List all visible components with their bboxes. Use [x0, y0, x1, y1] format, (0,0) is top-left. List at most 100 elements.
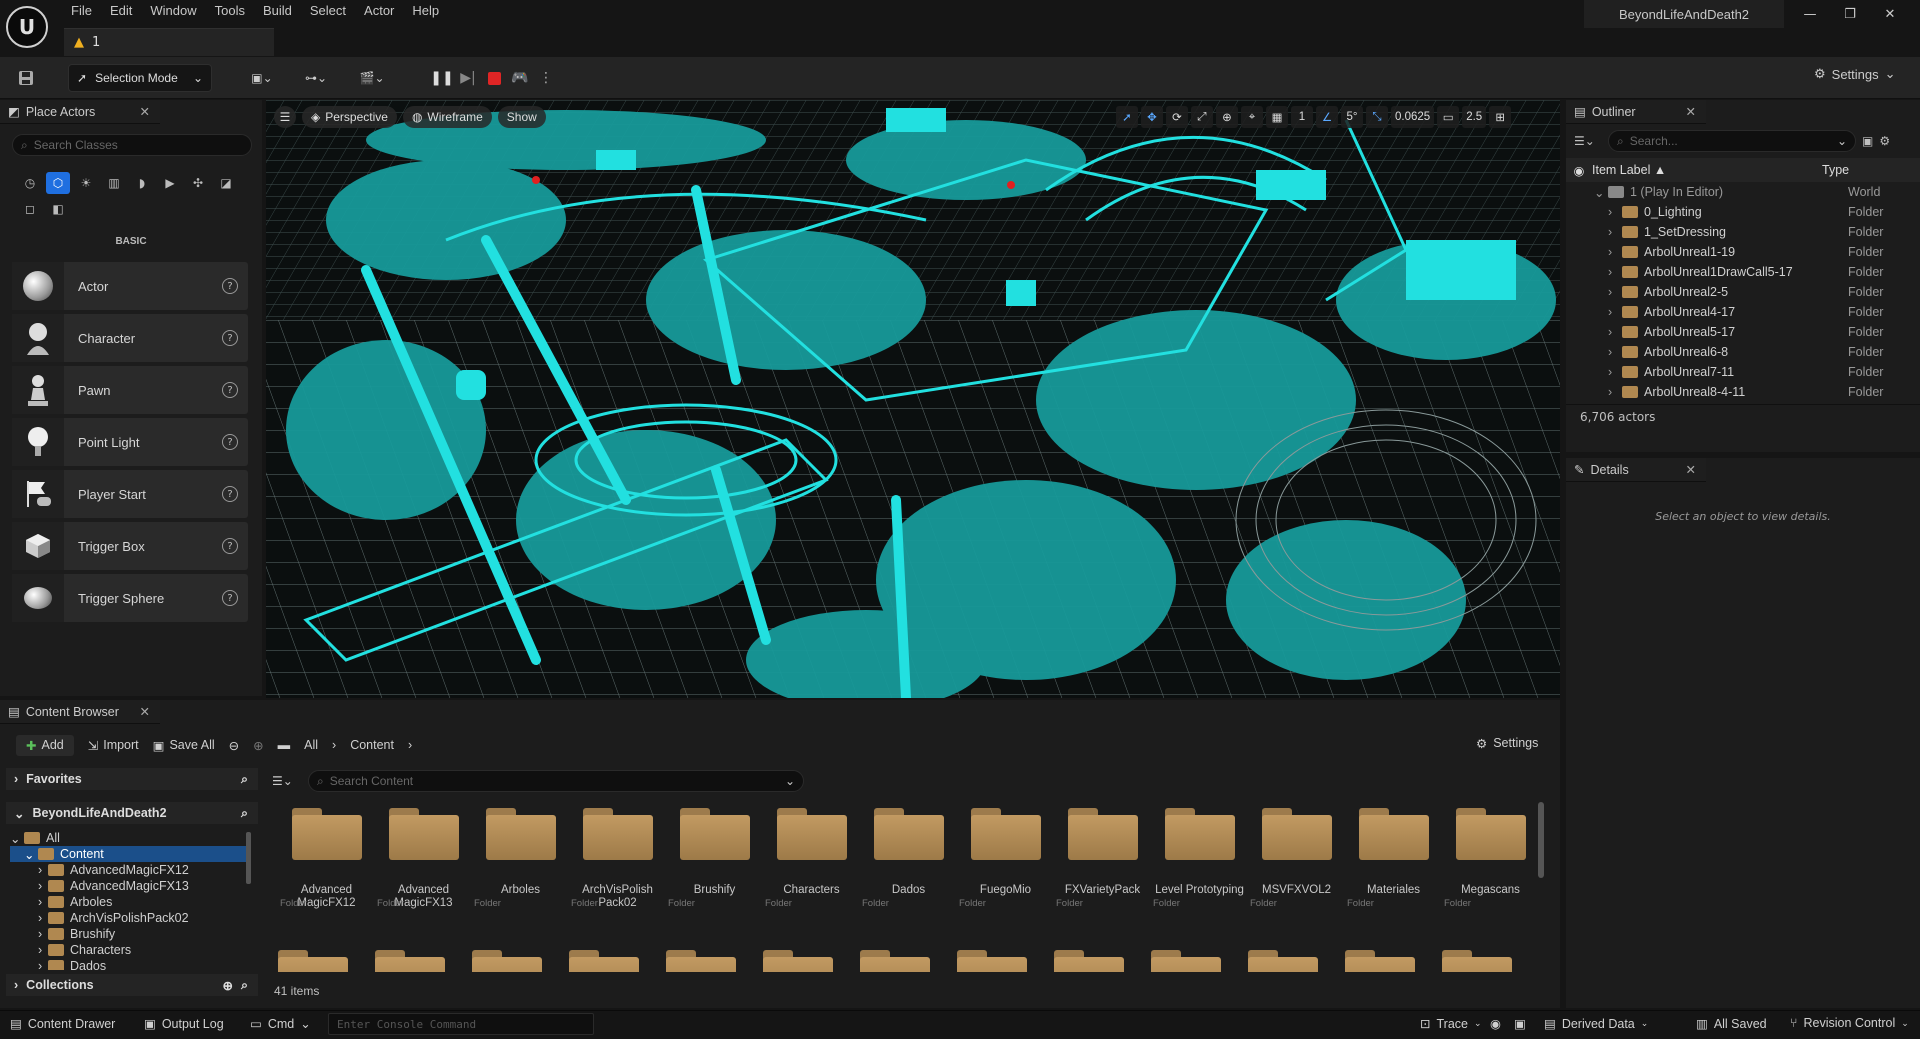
folder-icon[interactable]	[1248, 950, 1318, 972]
output-log-button[interactable]: ▣ Output Log	[144, 1016, 224, 1032]
favorites-header[interactable]: › Favorites ⌕	[6, 768, 258, 790]
blueprint-icon[interactable]: ⊶⌄	[298, 66, 334, 90]
details-tab[interactable]: ✎ Details ✕	[1566, 458, 1706, 482]
menu-actor[interactable]: Actor	[355, 0, 403, 24]
settings-button[interactable]: ⚙ Settings ⌄	[1814, 66, 1896, 82]
menu-select[interactable]: Select	[301, 0, 355, 24]
perspective-button[interactable]: ◈ Perspective	[302, 106, 397, 128]
add-collection-icon[interactable]: ⊕	[223, 978, 233, 993]
chevron-right-icon[interactable]: ›	[1608, 365, 1622, 379]
tree-item[interactable]: › AdvancedMagicFX13	[10, 878, 250, 894]
search-icon[interactable]: ⌕	[241, 772, 248, 787]
grid-snap-value[interactable]: 1	[1291, 106, 1313, 128]
outliner-row[interactable]: › ArbolUnreal8-4-11 Folder	[1566, 382, 1920, 402]
content-scrollbar[interactable]	[1538, 802, 1544, 878]
folder-tile[interactable]: FuegoMio Folder	[957, 808, 1054, 920]
cinematic-icon[interactable]: ▶	[158, 172, 182, 194]
folder-tile[interactable]: Advanced MagicFX13 Folder	[375, 808, 472, 920]
chevron-right-icon[interactable]: ›	[1608, 245, 1622, 259]
help-icon[interactable]: ?	[222, 382, 238, 398]
close-tab-icon[interactable]: ✕	[140, 104, 150, 119]
add-button[interactable]: ✚ Add	[16, 734, 74, 756]
folder-icon[interactable]	[666, 950, 736, 972]
search-classes-input[interactable]: ⌕ Search Classes	[12, 134, 252, 156]
tree-item[interactable]: › ArchVisPolishPack02	[10, 910, 250, 926]
camera-speed-icon[interactable]: ▭	[1437, 106, 1460, 128]
collections-header[interactable]: › Collections ⊕ ⌕	[6, 974, 258, 996]
filter-icon[interactable]: ☰⌄	[272, 774, 302, 788]
chevron-right-icon[interactable]: ›	[1608, 385, 1622, 399]
scale-snap-icon[interactable]: ⤡	[1366, 106, 1388, 128]
tree-item[interactable]: › Brushify	[10, 926, 250, 942]
grid-snap-icon[interactable]: ▦	[1266, 106, 1288, 128]
place-actors-tab[interactable]: ◩ Place Actors ✕	[0, 100, 160, 124]
folder-icon[interactable]	[278, 950, 348, 972]
visual-effects-icon[interactable]: ◗	[130, 172, 154, 194]
folder-tile[interactable]: Arboles Folder	[472, 808, 569, 920]
search-icon[interactable]: ⌕	[241, 978, 248, 993]
help-icon[interactable]: ?	[222, 590, 238, 606]
menu-window[interactable]: Window	[141, 0, 205, 24]
folder-icon[interactable]	[763, 950, 833, 972]
menu-edit[interactable]: Edit	[101, 0, 141, 24]
all-classes-icon[interactable]: ◪	[214, 172, 238, 194]
camera-speed-value[interactable]: 2.5	[1462, 106, 1487, 128]
help-icon[interactable]: ?	[222, 278, 238, 294]
back-icon[interactable]: ⊖	[229, 738, 239, 753]
rotate-tool-icon[interactable]: ⟳	[1166, 106, 1188, 128]
folder-icon[interactable]	[472, 950, 542, 972]
filter-icon[interactable]: ☰⌄	[1574, 134, 1602, 148]
content-settings-button[interactable]: ⚙ Settings	[1476, 736, 1538, 751]
scale-tool-icon[interactable]: ⤢	[1191, 106, 1213, 128]
chevron-right-icon[interactable]: ›	[1608, 285, 1622, 299]
add-folder-icon[interactable]: ▣	[1862, 134, 1873, 148]
close-tab-icon[interactable]: ✕	[1686, 104, 1696, 119]
level-tab[interactable]: ▲ 1	[64, 28, 274, 56]
forward-icon[interactable]: ⊕	[253, 738, 263, 753]
level-viewport[interactable]	[266, 100, 1560, 698]
content-search-input[interactable]: ⌕ Search Content ⌄	[308, 770, 804, 792]
folder-tile[interactable]: Materiales Folder	[1345, 808, 1442, 920]
add-content-icon[interactable]: ▣⌄	[244, 66, 280, 90]
outliner-row[interactable]: › ArbolUnreal1DrawCall5-17 Folder	[1566, 262, 1920, 282]
outliner-row[interactable]: › 0_Lighting Folder	[1566, 202, 1920, 222]
path-all[interactable]: All	[304, 738, 318, 752]
step-icon[interactable]: ▶|	[456, 64, 480, 92]
help-icon[interactable]: ?	[222, 486, 238, 502]
menu-tools[interactable]: Tools	[206, 0, 254, 24]
folder-icon[interactable]	[375, 950, 445, 972]
folder-tile[interactable]: MSVFXVOL2 Folder	[1248, 808, 1345, 920]
chevron-right-icon[interactable]: ›	[1608, 305, 1622, 319]
revision-control-button[interactable]: ⑂ Revision Control ⌄	[1790, 1016, 1909, 1030]
view-mode-button[interactable]: ◍ Wireframe	[402, 106, 492, 128]
selection-mode-dropdown[interactable]: ➚ Selection Mode ⌄	[68, 64, 212, 92]
outliner-row[interactable]: ⌄ 1 (Play In Editor) World	[1566, 182, 1920, 202]
outliner-row[interactable]: › ArbolUnreal6-8 Folder	[1566, 342, 1920, 362]
outliner-row[interactable]: › 1_SetDressing Folder	[1566, 222, 1920, 242]
help-icon[interactable]: ?	[222, 330, 238, 346]
folder-icon[interactable]	[569, 950, 639, 972]
outliner-row[interactable]: › ArbolUnreal7-11 Folder	[1566, 362, 1920, 382]
folder-icon[interactable]	[1345, 950, 1415, 972]
cmd-dropdown[interactable]: ▭ Cmd ⌄	[250, 1016, 311, 1032]
folder-icon[interactable]	[957, 950, 1027, 972]
chevron-right-icon[interactable]: ›	[1608, 225, 1622, 239]
search-icon[interactable]: ⌕	[241, 806, 248, 821]
tree-item[interactable]: › AdvancedMagicFX12	[10, 862, 250, 878]
folder-tile[interactable]: ArchVisPolish Pack02 Folder	[569, 808, 666, 920]
folder-tile[interactable]: Dados Folder	[860, 808, 957, 920]
folder-tile[interactable]: Advanced MagicFX12 Folder	[278, 808, 375, 920]
folder-tile[interactable]: Level Prototyping Folder	[1151, 808, 1248, 920]
outliner-row[interactable]: › ArbolUnreal1-19 Folder	[1566, 242, 1920, 262]
cinematics-icon[interactable]: 🎬⌄	[354, 66, 390, 90]
outliner-search-input[interactable]: ⌕ Search... ⌄	[1608, 130, 1856, 152]
trigger-box-item[interactable]: Trigger Box ?	[12, 522, 248, 570]
folder-tile[interactable]: FXVarietyPack Folder	[1054, 808, 1151, 920]
content-browser-tab[interactable]: ▤ Content Browser ✕	[0, 700, 160, 724]
tree-item-content[interactable]: ⌄ Content	[10, 846, 250, 862]
menu-build[interactable]: Build	[254, 0, 301, 24]
project-header[interactable]: ⌄ BeyondLifeAndDeath2 ⌕	[6, 802, 258, 824]
scale-snap-value[interactable]: 0.0625	[1391, 106, 1435, 128]
close-tab-icon[interactable]: ✕	[1686, 462, 1696, 477]
extras-icon[interactable]: ◧	[46, 198, 70, 220]
